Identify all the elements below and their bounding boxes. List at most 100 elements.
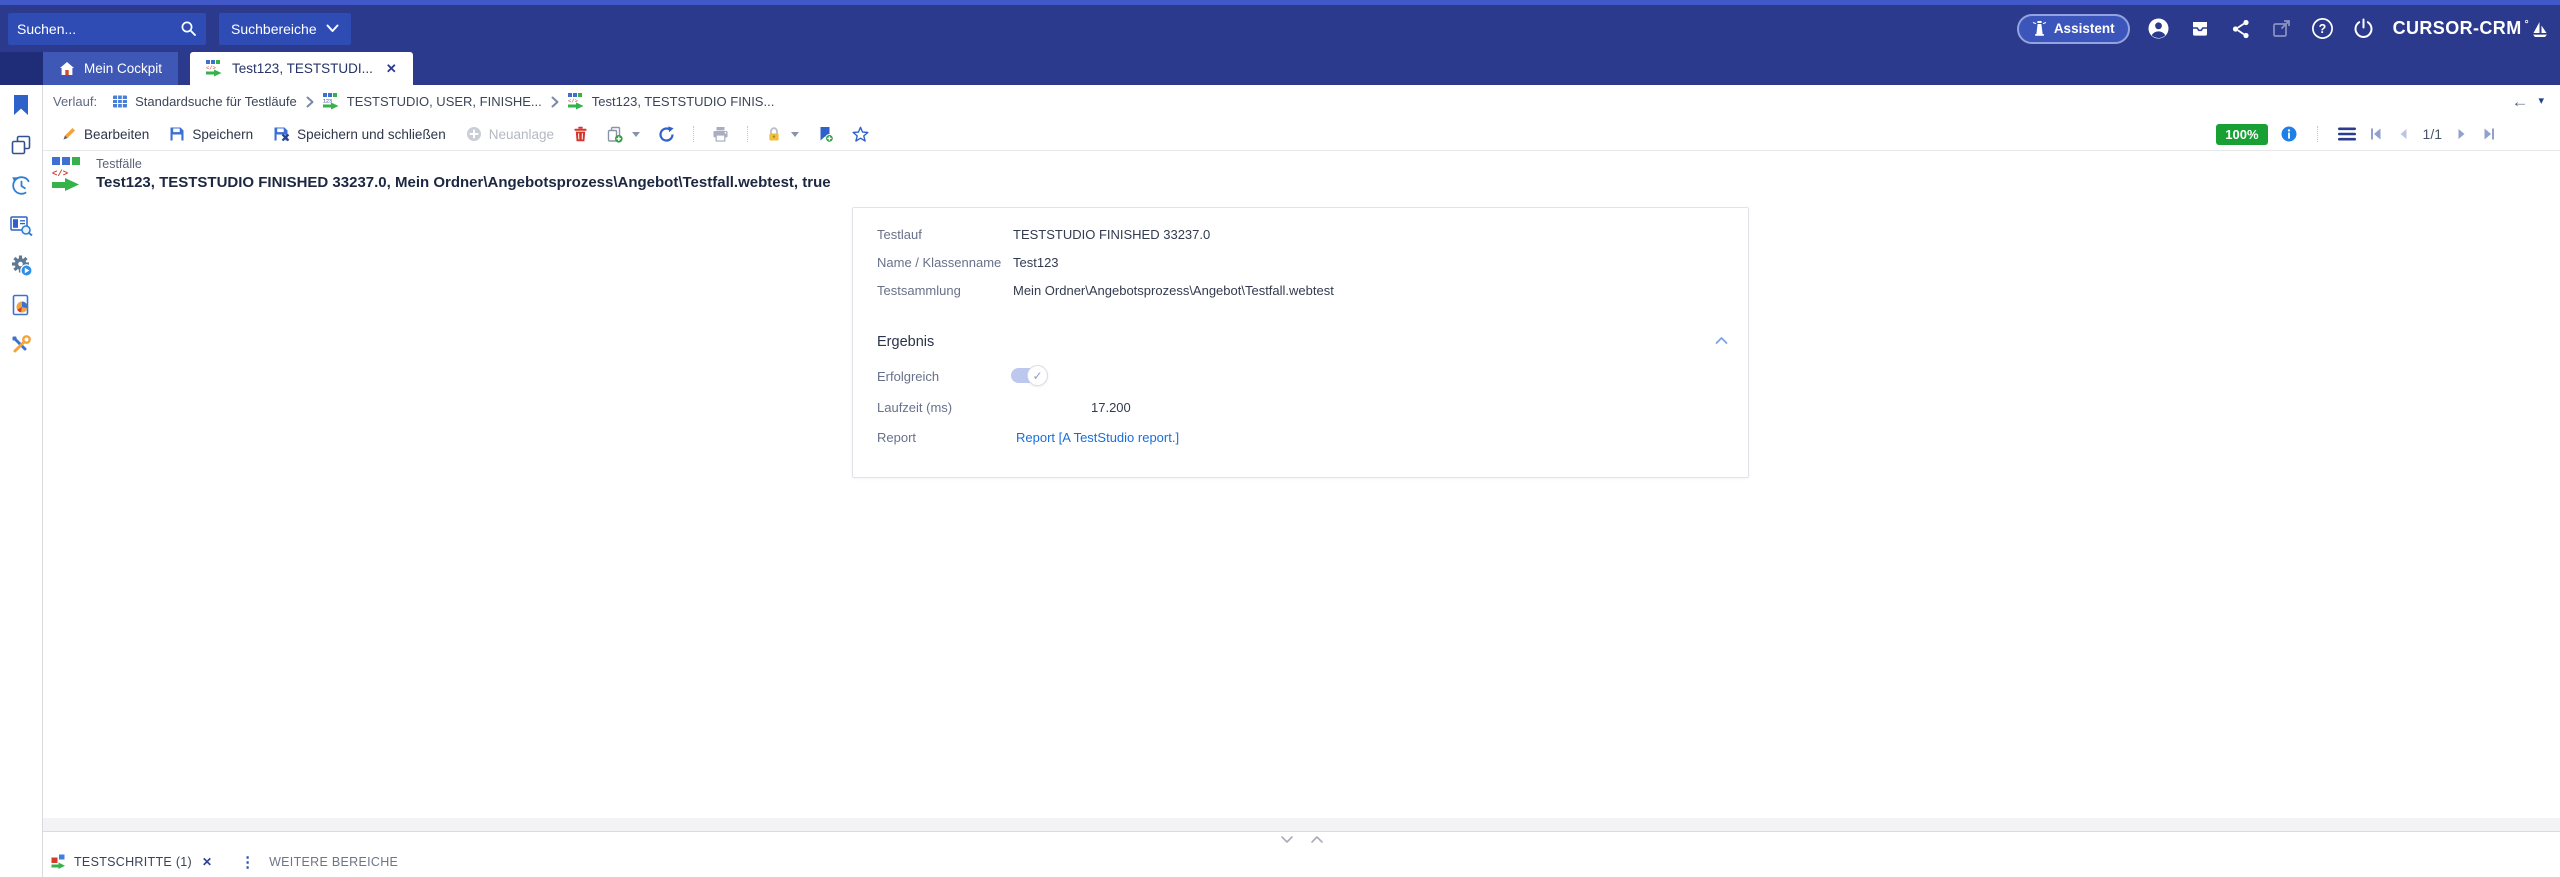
first-page-icon[interactable] [2369,127,2383,141]
report-document-icon[interactable] [9,293,33,317]
field-label-testsammlung: Testsammlung [877,283,961,298]
field-value-name[interactable]: Test123 [1013,255,1059,270]
share-icon[interactable] [2229,17,2253,41]
close-icon[interactable]: ✕ [202,855,212,869]
kebab-menu-icon[interactable]: ⋮ [240,853,255,871]
bookmarks-icon[interactable] [9,93,33,117]
toolbar-separator [747,126,748,142]
windows-stack-icon[interactable] [9,133,33,157]
teststudio-icon: </> [568,93,585,110]
menu-icon[interactable] [2338,127,2356,141]
info-icon[interactable] [2281,126,2297,142]
lock-button[interactable] [759,126,806,142]
add-bookmark-button[interactable] [810,126,841,143]
body-row: Verlauf: Standardsuche für Testläufe 123… [0,85,2560,877]
save-button[interactable]: Speichern [161,126,261,142]
user-profile-icon[interactable] [2147,17,2171,41]
dropdown-arrow-icon[interactable] [791,132,799,137]
breadcrumb-label: TESTSTUDIO, USER, FINISHE... [347,94,542,109]
inbox-tray-icon[interactable] [2188,17,2212,41]
record-header: </> Testfälle Test123, TESTSTUDIO FINISH… [51,157,831,191]
svg-text:123: 123 [323,99,332,105]
horizontal-scrollbar[interactable] [43,818,2560,831]
bookmark-plus-icon [817,126,834,143]
history-dropdown-icon[interactable]: ▾ [2538,96,2544,107]
tab-label: Test123, TESTSTUDI... [232,61,373,76]
quality-badge[interactable]: 100% [2216,124,2267,145]
breadcrumb-item-testfall[interactable]: </> Test123, TESTSTUDIO FINIS... [568,93,775,110]
history-icon[interactable] [9,173,33,197]
field-value-testsammlung[interactable]: Mein Ordner\Angebotsprozess\Angebot\Test… [1013,283,1334,298]
button-label: Speichern und schließen [297,127,446,142]
search-scope-dropdown[interactable]: Suchbereiche [219,13,351,45]
brand-text: CURSOR-CRM [2393,18,2522,39]
brand-logo: CURSOR-CRM° [2393,18,2548,39]
close-icon[interactable]: ✕ [386,61,397,77]
print-button [705,126,736,142]
field-label-report: Report [877,430,916,445]
content-column: Verlauf: Standardsuche für Testläufe 123… [43,85,2560,877]
button-label: Neuanlage [489,127,554,142]
erfolgreich-toggle[interactable]: ✓ [1011,368,1045,383]
report-link[interactable]: Report [A TestStudio report.] [1016,430,1179,445]
global-search-box[interactable] [8,13,206,45]
tab-testschritte[interactable]: TESTSCHRITTE (1) ✕ [51,854,212,869]
prev-page-icon[interactable] [2397,127,2409,141]
testschritte-icon [51,854,66,869]
star-icon [852,126,869,143]
refresh-button[interactable] [651,126,682,143]
tab-test123-active[interactable]: </> Test123, TESTSTUDI... ✕ [190,52,413,85]
toolbar-separator [2317,126,2318,142]
trash-icon [573,126,588,142]
help-icon[interactable]: ? [2311,17,2335,41]
delete-button[interactable] [566,126,595,142]
breadcrumb-label: Test123, TESTSTUDIO FINIS... [592,94,775,109]
logout-power-icon[interactable] [2352,17,2376,41]
grid-table-icon [112,94,128,109]
brand-degree: ° [2525,19,2529,30]
breadcrumb-label: Standardsuche für Testläufe [135,94,297,109]
assistant-button[interactable]: Assistent [2017,14,2130,44]
search-input[interactable] [17,21,174,37]
collapse-down-icon[interactable] [1280,835,1294,844]
field-value-testlauf[interactable]: TESTSTUDIO FINISHED 33237.0 [1013,227,1210,242]
chevron-down-icon [326,24,339,33]
last-page-icon[interactable] [2482,127,2496,141]
next-page-icon[interactable] [2456,127,2468,141]
favorite-star-button[interactable] [845,126,876,143]
tab-mein-cockpit[interactable]: Mein Cockpit [43,52,178,85]
open-external-icon[interactable] [2270,17,2294,41]
tab-bar: Mein Cockpit </> Test123, TESTSTUDI... ✕ [0,52,2560,85]
toggle-check-icon: ✓ [1027,365,1048,386]
search-list-icon[interactable] [9,213,33,237]
collapse-section-icon[interactable] [1715,336,1728,345]
floppy-close-icon [273,126,290,142]
back-arrow-icon[interactable]: ← [2511,93,2528,110]
history-nav: ← ▾ [2511,93,2544,110]
home-icon [59,61,75,76]
svg-text:</>: </> [52,169,68,179]
page-indicator: 1/1 [2423,126,2442,142]
app-window: Suchbereiche Assistent [0,0,2560,877]
assistant-label: Assistent [2054,21,2115,36]
expand-up-icon[interactable] [1310,835,1324,844]
bottom-bar: TESTSCHRITTE (1) ✕ ⋮ WEITERE BEREICHE [43,846,2560,877]
panel-splitter[interactable] [43,832,2560,846]
search-icon[interactable] [180,20,197,37]
top-bar: Suchbereiche Assistent [0,0,2560,52]
dropdown-arrow-icon[interactable] [632,132,640,137]
tools-icon[interactable] [9,333,33,357]
more-areas-label[interactable]: WEITERE BEREICHE [269,855,398,869]
save-and-close-button[interactable]: Speichern und schließen [265,126,454,142]
breadcrumb-item-search[interactable]: Standardsuche für Testläufe [112,94,297,109]
breadcrumb-item-testlauf[interactable]: 123 TESTSTUDIO, USER, FINISHE... [323,93,542,110]
lock-icon [766,126,782,142]
main-area: </> Testfälle Test123, TESTSTUDIO FINISH… [43,151,2560,832]
process-gear-icon[interactable] [9,253,33,277]
field-value-laufzeit[interactable]: 17.200 [1091,400,1131,415]
field-label-erfolgreich: Erfolgreich [877,369,939,384]
svg-text:?: ? [2319,22,2327,36]
field-label-laufzeit: Laufzeit (ms) [877,400,952,415]
edit-button[interactable]: Bearbeiten [53,126,157,142]
copy-record-button[interactable] [599,126,647,143]
